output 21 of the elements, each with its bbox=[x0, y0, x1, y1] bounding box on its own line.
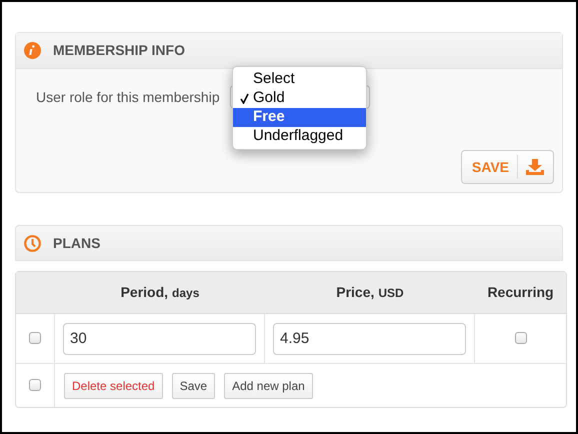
menu-option[interactable]: Select bbox=[233, 70, 366, 89]
action-button[interactable]: Add new plan bbox=[224, 372, 313, 398]
column-header: Recurring bbox=[487, 284, 554, 300]
download-icon bbox=[526, 159, 544, 175]
menu-option[interactable]: Gold bbox=[233, 89, 366, 108]
action-button[interactable]: Save bbox=[172, 372, 216, 398]
menu-option[interactable]: Underflagged bbox=[233, 127, 366, 146]
checkbox[interactable] bbox=[514, 332, 526, 344]
menu-option[interactable]: Free bbox=[233, 108, 366, 127]
panel-title: PLANS bbox=[53, 234, 100, 252]
field-label: User role for this membership bbox=[36, 88, 220, 107]
input-field[interactable]: 30 bbox=[63, 322, 256, 354]
column-header: Period, days bbox=[120, 284, 200, 300]
input-field[interactable]: 4.95 bbox=[273, 322, 466, 354]
info-icon bbox=[24, 42, 41, 59]
panel-title: MEMBERSHIP INFO bbox=[53, 41, 185, 60]
checkbox[interactable] bbox=[29, 332, 41, 344]
clock-icon bbox=[24, 234, 41, 252]
column-header: Price, USD bbox=[336, 284, 404, 300]
checkbox[interactable] bbox=[29, 379, 41, 392]
delete-button[interactable]: Delete selected bbox=[64, 372, 163, 398]
